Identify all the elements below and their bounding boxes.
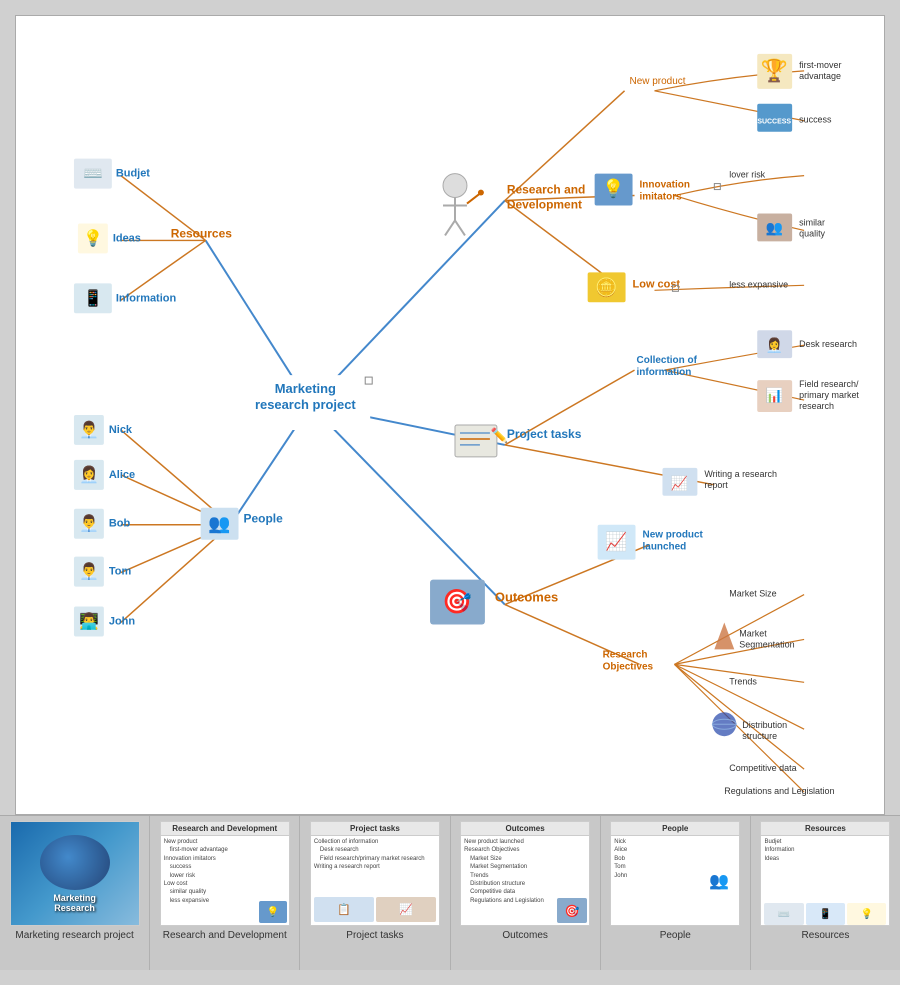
- svg-text:📈: 📈: [671, 475, 688, 492]
- main-diagram-area: Marketing research project Research and …: [15, 15, 885, 815]
- svg-text:Project tasks: Project tasks: [507, 427, 582, 441]
- thumb-content: Nick Alice Bob Tom John: [611, 836, 699, 926]
- thumbnails-row: MarketingResearch Marketing research pro…: [0, 815, 900, 970]
- svg-text:research: research: [799, 401, 834, 411]
- svg-text:SUCCESS: SUCCESS: [757, 119, 791, 126]
- svg-text:👩‍💼: 👩‍💼: [79, 465, 99, 484]
- svg-text:John: John: [109, 615, 136, 627]
- thumb-outcomes-box: Outcomes New product launched Research O…: [460, 821, 590, 926]
- svg-text:Research: Research: [603, 649, 648, 660]
- svg-text:New product: New product: [643, 530, 704, 541]
- thumb-content: Budjet Information Ideas: [761, 836, 889, 901]
- svg-text:first-mover: first-mover: [799, 60, 841, 70]
- svg-text:Innovation: Innovation: [640, 180, 690, 191]
- svg-text:💡: 💡: [83, 228, 103, 247]
- svg-text:similar: similar: [799, 217, 825, 227]
- svg-text:Marketing: Marketing: [275, 381, 336, 396]
- svg-text:Bob: Bob: [109, 518, 131, 530]
- svg-text:Ideas: Ideas: [113, 232, 141, 244]
- thumb-content: New product first-mover advantage Innova…: [161, 836, 289, 907]
- svg-text:Resources: Resources: [171, 226, 233, 240]
- svg-text:Competitive data: Competitive data: [729, 763, 796, 773]
- svg-text:New product: New product: [630, 76, 686, 87]
- thumb-content: Collection of information Desk research …: [311, 836, 439, 874]
- thumb-label: People: [660, 930, 691, 941]
- svg-text:👥: 👥: [208, 514, 230, 534]
- svg-text:Nick: Nick: [109, 424, 133, 436]
- svg-text:📱: 📱: [83, 288, 103, 307]
- thumb-label: Marketing research project: [15, 930, 133, 941]
- svg-text:information: information: [637, 367, 692, 378]
- thumb-title: Resources: [761, 822, 889, 836]
- svg-text:Distribution: Distribution: [742, 720, 787, 730]
- svg-text:Information: Information: [116, 292, 177, 304]
- svg-text:Regulations and Legislation: Regulations and Legislation: [724, 786, 834, 796]
- svg-text:Budjet: Budjet: [116, 168, 150, 180]
- svg-text:imitators: imitators: [640, 192, 683, 203]
- svg-text:success: success: [799, 115, 832, 125]
- svg-text:🏆: 🏆: [761, 58, 788, 83]
- svg-text:👩‍💼: 👩‍💼: [766, 337, 783, 354]
- svg-text:🎯: 🎯: [442, 589, 472, 616]
- svg-text:📈: 📈: [605, 531, 627, 552]
- svg-text:Tom: Tom: [109, 566, 132, 578]
- thumb-project-tasks[interactable]: Project tasks Collection of information …: [300, 816, 450, 970]
- svg-text:Segmentation: Segmentation: [739, 639, 794, 649]
- svg-text:Desk research: Desk research: [799, 339, 857, 349]
- svg-text:Objectives: Objectives: [603, 661, 654, 672]
- svg-text:Field research/: Field research/: [799, 379, 859, 389]
- svg-text:🪙: 🪙: [595, 276, 617, 297]
- thumb-label: Project tasks: [346, 930, 403, 941]
- svg-text:👨‍💼: 👨‍💼: [79, 514, 99, 533]
- svg-text:📊: 📊: [766, 387, 783, 404]
- svg-text:✏️: ✏️: [491, 426, 508, 444]
- thumb-label: Research and Development: [163, 930, 287, 941]
- svg-text:advantage: advantage: [799, 71, 841, 81]
- svg-text:research project: research project: [255, 397, 356, 412]
- thumb-content: New product launched Research Objectives…: [461, 836, 589, 907]
- thumb-people-box: People Nick Alice Bob Tom John 👥: [610, 821, 740, 926]
- svg-text:quality: quality: [799, 228, 825, 238]
- svg-text:👨‍💼: 👨‍💼: [79, 420, 99, 439]
- thumb-outcomes[interactable]: Outcomes New product launched Research O…: [451, 816, 601, 970]
- thumb-research-box: Research and Development New product fir…: [160, 821, 290, 926]
- thumb-marketing-box: MarketingResearch: [10, 821, 140, 926]
- thumb-resources[interactable]: Resources Budjet Information Ideas ⌨️ 📱 …: [751, 816, 900, 970]
- thumb-resources-box: Resources Budjet Information Ideas ⌨️ 📱 …: [760, 821, 890, 926]
- svg-text:👨‍💼: 👨‍💼: [79, 562, 99, 581]
- svg-text:👨‍💻: 👨‍💻: [79, 611, 99, 630]
- svg-text:⌨️: ⌨️: [83, 166, 103, 183]
- svg-text:Market: Market: [739, 628, 767, 638]
- svg-text:Collection of: Collection of: [637, 355, 698, 366]
- svg-text:less expansive: less expansive: [729, 279, 788, 289]
- svg-text:Outcomes: Outcomes: [495, 590, 558, 605]
- svg-text:👥: 👥: [766, 219, 783, 236]
- thumb-label: Outcomes: [502, 930, 548, 941]
- svg-text:lover risk: lover risk: [729, 170, 765, 180]
- svg-text:Development: Development: [507, 198, 582, 212]
- thumb-title: Outcomes: [461, 822, 589, 836]
- thumb-title: Research and Development: [161, 822, 289, 836]
- svg-text:launched: launched: [643, 542, 687, 553]
- svg-text:Writing a research: Writing a research: [704, 469, 777, 479]
- svg-text:People: People: [244, 512, 284, 526]
- thumb-people[interactable]: People Nick Alice Bob Tom John 👥 People: [601, 816, 751, 970]
- thumb-label: Resources: [802, 930, 850, 941]
- thumb-marketing-research[interactable]: MarketingResearch Marketing research pro…: [0, 816, 150, 970]
- svg-text:primary market: primary market: [799, 390, 859, 400]
- svg-text:Research and: Research and: [507, 183, 586, 197]
- svg-text:Market Size: Market Size: [729, 589, 776, 599]
- svg-text:structure: structure: [742, 731, 777, 741]
- thumb-title: Project tasks: [311, 822, 439, 836]
- svg-text:Trends: Trends: [729, 676, 757, 686]
- svg-text:💡: 💡: [602, 178, 624, 199]
- svg-text:Low cost: Low cost: [633, 278, 681, 290]
- svg-text:report: report: [704, 480, 728, 490]
- thumb-research-dev[interactable]: Research and Development New product fir…: [150, 816, 300, 970]
- svg-text:Alice: Alice: [109, 469, 135, 481]
- thumb-title: People: [611, 822, 739, 836]
- thumb-tasks-box: Project tasks Collection of information …: [310, 821, 440, 926]
